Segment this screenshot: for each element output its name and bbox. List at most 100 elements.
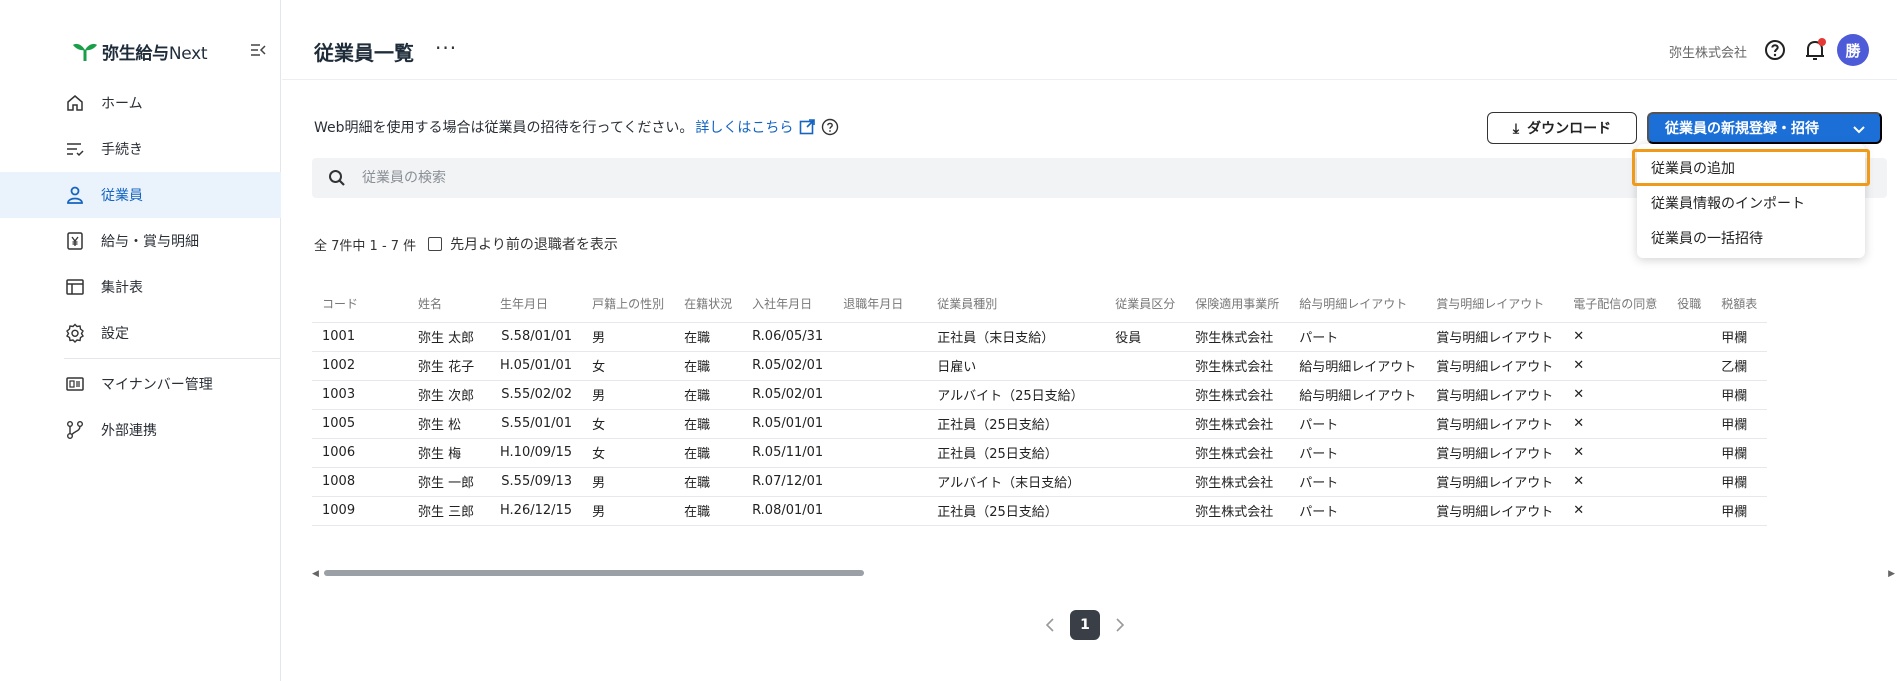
show-retired-checkbox[interactable] bbox=[428, 237, 443, 251]
column-header[interactable]: 在籍状況 bbox=[674, 286, 743, 323]
table-cell: ✕ bbox=[1563, 322, 1668, 352]
table-cell: 賞与明細レイアウト bbox=[1426, 380, 1564, 410]
download-button[interactable]: ⤓ ダウンロード bbox=[1487, 112, 1637, 144]
table-cell: S.58/01/01 bbox=[490, 322, 583, 352]
table-cell: 1008 bbox=[312, 467, 408, 497]
sidebar-item-employees[interactable]: 従業員 bbox=[0, 172, 281, 218]
table-cell: ✕ bbox=[1563, 409, 1668, 439]
table-row[interactable]: 1006 弥生 梅 H.10/09/15 女在職 R.05/11/01 正社員（25日支給… bbox=[312, 438, 1768, 468]
table-cell: 男 bbox=[582, 322, 675, 352]
details-link[interactable]: 詳しくはこちら bbox=[695, 117, 793, 137]
column-header[interactable]: 姓名 bbox=[408, 286, 490, 323]
more-options-icon[interactable]: ··· bbox=[435, 36, 457, 60]
table-row[interactable]: 1002 弥生 花子 H.05/01/01 女在職 R.05/02/01 日雇い 弥生株式会… bbox=[312, 351, 1768, 381]
table-cell: 正社員（25日支給） bbox=[927, 438, 1106, 468]
table-cell bbox=[833, 438, 928, 468]
sidebar-item-label: 給与・賞与明細 bbox=[101, 234, 199, 250]
avatar[interactable]: 勝 bbox=[1837, 34, 1869, 66]
table-cell: 正社員（25日支給） bbox=[927, 496, 1106, 526]
table-cell: 1006 bbox=[312, 438, 408, 468]
scroll-right-icon[interactable]: ▶ bbox=[1888, 569, 1895, 579]
bell-icon[interactable] bbox=[1803, 37, 1827, 63]
company-name: 弥生株式会社 bbox=[1668, 46, 1747, 61]
table-cell: 在職 bbox=[674, 351, 743, 381]
table-cell: ✕ bbox=[1563, 380, 1668, 410]
column-header[interactable]: 電子配信の同意 bbox=[1563, 286, 1668, 323]
sidebar-item-procedures[interactable]: 手続き bbox=[0, 126, 281, 172]
menu-item-import-employees[interactable]: 従業員情報のインポート bbox=[1637, 185, 1865, 220]
column-header[interactable]: 入社年月日 bbox=[742, 286, 834, 323]
sidebar-item-payslips[interactable]: 給与・賞与明細 bbox=[0, 218, 281, 264]
table-cell bbox=[1667, 380, 1712, 410]
search-input[interactable] bbox=[362, 170, 962, 186]
sidebar-item-home[interactable]: ホーム bbox=[0, 80, 281, 126]
table-cell bbox=[1667, 496, 1712, 526]
scroll-left-icon[interactable]: ◀ bbox=[312, 569, 319, 579]
column-header[interactable]: 退職年月日 bbox=[833, 286, 928, 323]
employee-table-container: コード 姓名 生年月日 戸籍上の性別 在籍状況 入社年月日 退職年月日 従業員種別 従業員区分保… bbox=[312, 286, 1897, 546]
table-cell: 弥生株式会社 bbox=[1185, 380, 1290, 410]
help-icon[interactable] bbox=[1763, 38, 1787, 62]
collapse-sidebar-icon[interactable] bbox=[246, 38, 270, 62]
count-row: 全 7件中 1 - 7 件 先月より前の退職者を表示 bbox=[314, 234, 618, 254]
table-header-row: コード 姓名 生年月日 戸籍上の性別 在籍状況 入社年月日 退職年月日 従業員種別 従業員区分保… bbox=[312, 286, 1768, 323]
show-retired-label[interactable]: 先月より前の退職者を表示 bbox=[450, 234, 618, 254]
procedures-icon bbox=[64, 138, 86, 160]
table-cell: 男 bbox=[582, 380, 675, 410]
table-row[interactable]: 1003 弥生 次郎 S.55/02/02 男在職 R.05/02/01 アルバイト（25… bbox=[312, 380, 1768, 410]
table-cell: 1001 bbox=[312, 322, 408, 352]
column-header[interactable]: 戸籍上の性別 bbox=[582, 286, 675, 323]
column-header[interactable]: 従業員種別 bbox=[927, 286, 1106, 323]
register-invite-button[interactable]: 従業員の新規登録・招待 bbox=[1647, 112, 1882, 144]
table-cell: 弥生株式会社 bbox=[1185, 496, 1290, 526]
sidebar-item-integration[interactable]: 外部連携 bbox=[0, 407, 281, 453]
app-root: 弥生給与Next ホーム 手続き 従業員 給与・賞与明細 集計表 設定 マイナン… bbox=[0, 0, 1897, 681]
table-cell: ✕ bbox=[1563, 467, 1668, 497]
table-cell: H.05/01/01 bbox=[490, 351, 583, 381]
column-header[interactable]: 生年月日 bbox=[490, 286, 583, 323]
column-header[interactable]: 役職 bbox=[1667, 286, 1712, 323]
column-header[interactable]: コード bbox=[312, 286, 408, 323]
table-cell: R.05/02/01 bbox=[742, 351, 834, 381]
table-row[interactable]: 1005 弥生 松 S.55/01/01 女在職 R.05/01/01 正社員（25日支給… bbox=[312, 409, 1768, 439]
current-page[interactable]: 1 bbox=[1070, 610, 1100, 640]
help-circle-icon[interactable] bbox=[821, 118, 839, 136]
sidebar-item-mynumber[interactable]: マイナンバー管理 bbox=[0, 361, 281, 407]
menu-item-add-employee[interactable]: 従業員の追加 bbox=[1632, 149, 1870, 186]
horizontal-scrollbar[interactable]: ◀ ▶ bbox=[312, 567, 1897, 579]
header: 従業員一覧 ··· 弥生株式会社 勝 bbox=[282, 0, 1897, 80]
table-cell: R.05/02/01 bbox=[742, 380, 834, 410]
person-icon bbox=[64, 184, 86, 206]
sidebar-item-summary[interactable]: 集計表 bbox=[0, 264, 281, 310]
table-cell: ✕ bbox=[1563, 351, 1668, 381]
download-icon: ⤓ bbox=[1512, 119, 1520, 136]
table-cell: 賞与明細レイアウト bbox=[1426, 496, 1564, 526]
logo[interactable]: 弥生給与Next bbox=[72, 36, 272, 66]
external-link-icon[interactable] bbox=[799, 119, 816, 135]
table-row[interactable]: 1008 弥生 一郎 S.55/09/13 男在職 R.07/12/01 アルバイト（末日… bbox=[312, 467, 1768, 497]
column-header[interactable]: 給与明細レイアウト bbox=[1289, 286, 1427, 323]
table-cell: H.10/09/15 bbox=[490, 438, 583, 468]
download-label: ダウンロード bbox=[1527, 120, 1612, 136]
table-row[interactable]: 1009 弥生 三郎 H.26/12/15 男在職 R.08/01/01 正社員（25日支… bbox=[312, 496, 1768, 526]
table-cell bbox=[1105, 496, 1186, 526]
menu-item-bulk-invite[interactable]: 従業員の一括招待 bbox=[1637, 220, 1865, 255]
table-cell bbox=[1105, 409, 1186, 439]
column-header[interactable]: 賞与明細レイアウト bbox=[1426, 286, 1564, 323]
prev-page-icon[interactable] bbox=[1042, 617, 1058, 633]
column-header[interactable]: 税額表 bbox=[1711, 286, 1768, 323]
next-page-icon[interactable] bbox=[1112, 617, 1128, 633]
sidebar-item-settings[interactable]: 設定 bbox=[0, 310, 281, 356]
table-cell: 弥生株式会社 bbox=[1185, 322, 1290, 352]
yen-icon bbox=[64, 230, 86, 252]
column-header[interactable]: 保険適用事業所 bbox=[1185, 286, 1290, 323]
sidebar-item-label: マイナンバー管理 bbox=[101, 377, 213, 393]
scrollbar-thumb[interactable] bbox=[324, 570, 864, 576]
integration-icon bbox=[64, 419, 86, 441]
table-cell: 1005 bbox=[312, 409, 408, 439]
table-cell: H.26/12/15 bbox=[490, 496, 583, 526]
table-cell: 在職 bbox=[674, 322, 743, 352]
column-header[interactable]: 従業員区分 bbox=[1105, 286, 1186, 323]
table-row[interactable]: 1001 弥生 太郎 S.58/01/01 男在職 R.06/05/31 正社員（末日支給… bbox=[312, 322, 1768, 352]
table-cell: 弥生 花子 bbox=[408, 351, 490, 381]
